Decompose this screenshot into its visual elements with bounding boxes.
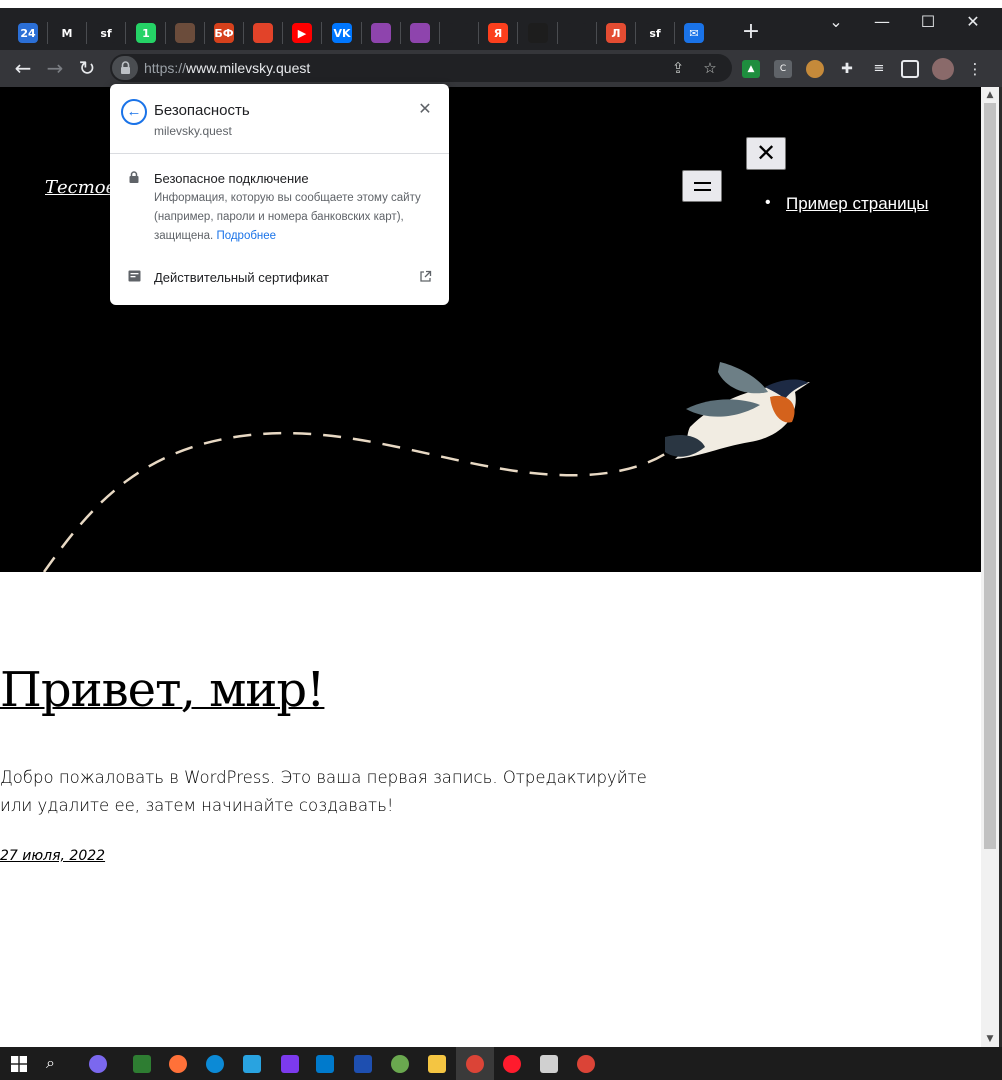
tab-app-1-favicon[interactable] — [371, 23, 391, 43]
dashed-flight-path — [42, 431, 669, 572]
taskbar-chrome-2-icon[interactable] — [577, 1055, 595, 1073]
url-text: https://www.milevsky.quest — [144, 60, 311, 76]
search-icon[interactable]: ⌕ — [46, 1053, 55, 1073]
tab-youtube-favicon[interactable]: ▶ — [292, 23, 312, 43]
popup-host: milevsky.quest — [154, 124, 232, 138]
tab-bf-favicon[interactable]: БФ — [214, 23, 234, 43]
connection-title: Безопасное подключение — [154, 171, 309, 186]
page-scrollbar[interactable]: ▲ ▼ — [981, 87, 999, 1047]
tab-globe-favicon[interactable] — [567, 23, 587, 43]
taskbar-explorer-icon[interactable] — [428, 1055, 446, 1073]
scroll-thumb[interactable] — [984, 103, 996, 849]
security-popup: ← Безопасность milevsky.quest ✕ Безопасн… — [110, 84, 449, 305]
certificate-icon — [128, 270, 141, 282]
learn-more-link[interactable]: Подробнее — [216, 230, 276, 242]
bird-icon — [665, 362, 810, 459]
tab-24-favicon[interactable]: 24 — [18, 23, 38, 43]
back-icon[interactable]: ← — [11, 57, 35, 81]
tab-separator — [282, 22, 283, 44]
taskbar-save-app-icon[interactable] — [354, 1055, 372, 1073]
tab-separator — [86, 22, 87, 44]
open-external-icon[interactable] — [419, 270, 432, 283]
windows-taskbar: ⌕ — [0, 1047, 1002, 1080]
media-control-icon[interactable]: ≡ — [870, 60, 888, 78]
taskbar-notepad-icon[interactable] — [540, 1055, 558, 1073]
browser-toolbar: ← → ↻ https://www.milevsky.quest ⇪ ☆ ▲ C… — [0, 50, 1002, 87]
address-bar[interactable]: https://www.milevsky.quest ⇪ ☆ — [110, 54, 732, 82]
connection-description: Информация, которую вы сообщаете этому с… — [154, 192, 421, 242]
maximize-button[interactable]: ☐ — [918, 12, 938, 32]
tab-separator — [47, 22, 48, 44]
tab-separator — [517, 22, 518, 44]
tab-strip: 24 Msf 1 БФ ▶ VK Я Лsf ✉ + ⌄ — ☐ ✕ — [0, 0, 1002, 50]
site-info-button[interactable] — [112, 56, 138, 80]
popup-title: Безопасность — [154, 102, 250, 119]
taskbar-chrome-icon[interactable] — [466, 1055, 484, 1073]
windows-start-icon[interactable] — [11, 1056, 27, 1072]
taskbar-edge-icon[interactable] — [206, 1055, 224, 1073]
taskbar-opera-icon[interactable] — [503, 1055, 521, 1073]
tab-separator — [635, 22, 636, 44]
popup-close-button[interactable]: ✕ — [415, 100, 435, 120]
scroll-up-arrow-icon[interactable]: ▲ — [981, 87, 999, 103]
tab-symfony-1-favicon[interactable]: sf — [96, 23, 116, 43]
tab-separator — [165, 22, 166, 44]
close-window-button[interactable]: ✕ — [963, 12, 983, 32]
certificate-row[interactable]: Действительный сертификат — [154, 270, 329, 285]
tab-search-icon[interactable]: ⌄ — [826, 12, 846, 32]
tab-separator — [596, 22, 597, 44]
taskbar-app-git-icon[interactable] — [133, 1055, 151, 1073]
secure-lock-icon — [129, 171, 139, 183]
tab-separator — [204, 22, 205, 44]
taskbar-visual-studio-icon[interactable] — [281, 1055, 299, 1073]
tab-mail-favicon[interactable]: ✉ — [684, 23, 704, 43]
google-drive-icon[interactable]: ▲ — [742, 60, 760, 78]
popup-divider — [110, 153, 449, 154]
tab-separator — [439, 22, 440, 44]
taskbar-app-icon[interactable] — [243, 1055, 261, 1073]
post-title-link[interactable]: Привет, мир! — [0, 662, 325, 718]
extensions-puzzle-icon[interactable]: ✚ — [838, 60, 856, 78]
forward-icon[interactable]: → — [43, 57, 67, 81]
scroll-down-arrow-icon[interactable]: ▼ — [981, 1031, 999, 1047]
tab-symfony-2-favicon[interactable]: sf — [645, 23, 665, 43]
post-excerpt: Добро пожаловать в WordPress. Это ваша п… — [0, 768, 647, 815]
tab-app-3-favicon[interactable] — [528, 23, 548, 43]
new-tab-button[interactable]: + — [740, 21, 762, 43]
tab-separator — [478, 22, 479, 44]
tab-whatsapp-favicon[interactable]: 1 — [136, 23, 156, 43]
tab-separator — [125, 22, 126, 44]
tab-separator — [243, 22, 244, 44]
tab-separator — [400, 22, 401, 44]
cookie-icon[interactable] — [806, 60, 824, 78]
tab-separator — [557, 22, 558, 44]
bookmark-star-icon[interactable]: ☆ — [701, 59, 719, 77]
tab-separator — [321, 22, 322, 44]
tab-yandex-favicon[interactable]: Я — [488, 23, 508, 43]
reload-icon[interactable]: ↻ — [75, 57, 99, 81]
minimize-button[interactable]: — — [872, 12, 892, 32]
tab-gmail-favicon[interactable]: M — [57, 23, 77, 43]
share-icon[interactable]: ⇪ — [669, 59, 687, 77]
tab-separator — [361, 22, 362, 44]
crx-icon[interactable]: C — [774, 60, 792, 78]
tab-vk-favicon[interactable]: VK — [332, 23, 352, 43]
tab-github-favicon[interactable] — [449, 23, 469, 43]
side-panel-icon[interactable] — [901, 60, 919, 78]
window-top-edge — [0, 0, 1002, 8]
taskbar-app-alice-icon[interactable] — [89, 1055, 107, 1073]
taskbar-vscode-icon[interactable] — [316, 1055, 334, 1073]
lock-icon — [121, 61, 130, 74]
tab-separator — [674, 22, 675, 44]
tab-gitlab-favicon[interactable] — [253, 23, 273, 43]
post-date-link[interactable]: 27 июля, 2022 — [0, 848, 105, 864]
popup-back-button[interactable]: ← — [121, 99, 147, 125]
menu-kebab-icon[interactable]: ⋮ — [966, 60, 984, 78]
taskbar-firefox-icon[interactable] — [169, 1055, 187, 1073]
profile-avatar[interactable] — [932, 58, 954, 80]
tab-app-2-favicon[interactable] — [410, 23, 430, 43]
taskbar-heidisql-icon[interactable] — [391, 1055, 409, 1073]
tab-photo-favicon[interactable] — [175, 23, 195, 43]
tab-l-favicon[interactable]: Л — [606, 23, 626, 43]
